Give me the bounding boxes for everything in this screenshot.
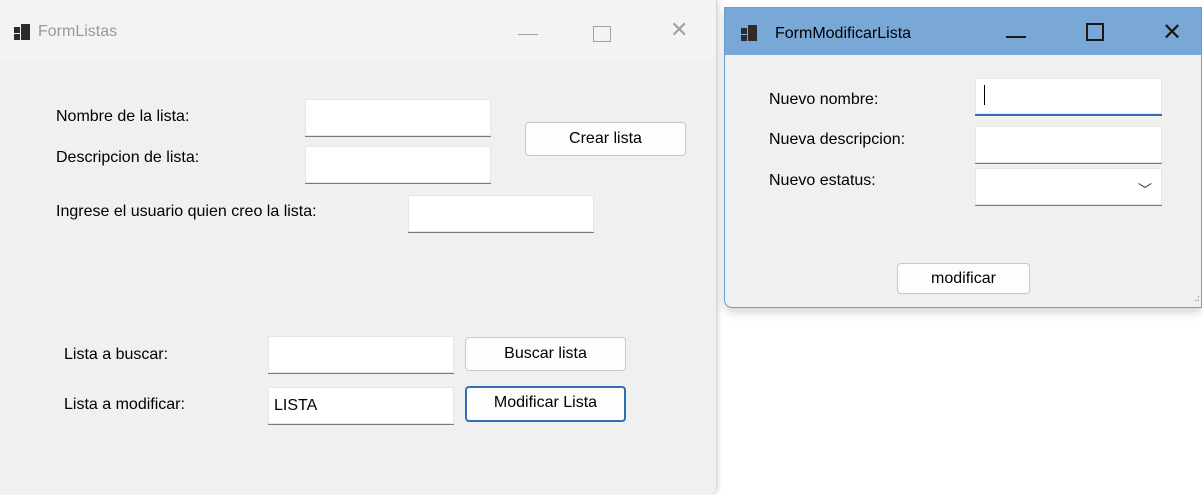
maximize-icon[interactable] — [593, 26, 611, 42]
nuevo-nombre-input[interactable] — [975, 78, 1162, 116]
lista-modificar-label: Lista a modificar: — [64, 396, 185, 413]
nueva-descripcion-input[interactable] — [975, 126, 1162, 164]
lista-buscar-label: Lista a buscar: — [64, 346, 169, 363]
usuario-label: Ingrese el usuario quien creo la lista: — [56, 203, 317, 220]
chevron-down-icon[interactable]: ﹀ — [1138, 180, 1152, 200]
nombre-lista-label: Nombre de la lista: — [56, 108, 190, 125]
usuario-input[interactable] — [408, 195, 594, 233]
window-title: FormModificarLista — [775, 25, 912, 42]
lista-modificar-input[interactable] — [268, 387, 454, 425]
modificar-button[interactable]: modificar — [897, 263, 1030, 294]
window-app-icon — [741, 25, 757, 41]
modificar-lista-button[interactable]: Modificar Lista — [465, 386, 626, 422]
form-modificar-lista-window: FormModificarLista ✕ Nuevo nombre: Nueva… — [724, 7, 1202, 308]
nuevo-estatus-select[interactable]: ﹀ — [975, 168, 1162, 206]
nuevo-nombre-label: Nuevo nombre: — [769, 91, 879, 108]
resize-grip-icon[interactable]: .: — [1194, 293, 1199, 304]
minimize-icon[interactable] — [518, 14, 542, 36]
form-listas-window: FormListas ✕ Nombre de la lista: Descrip… — [0, 0, 717, 495]
nombre-lista-input[interactable] — [305, 99, 491, 137]
nuevo-estatus-label: Nuevo estatus: — [769, 172, 876, 189]
form-listas-titlebar[interactable]: FormListas ✕ — [0, 0, 716, 62]
text-caret — [984, 85, 985, 105]
lista-buscar-input[interactable] — [268, 336, 454, 374]
descripcion-lista-input[interactable] — [305, 146, 491, 184]
maximize-icon[interactable] — [1086, 23, 1104, 41]
window-app-icon — [14, 24, 30, 40]
buscar-lista-button[interactable]: Buscar lista — [465, 337, 626, 371]
close-icon[interactable]: ✕ — [670, 20, 688, 42]
form-modificar-titlebar[interactable]: FormModificarLista ✕ — [725, 8, 1201, 55]
minimize-icon[interactable] — [1006, 24, 1028, 44]
window-title: FormListas — [38, 23, 118, 40]
crear-lista-button[interactable]: Crear lista — [525, 122, 686, 156]
descripcion-lista-label: Descripcion de lista: — [56, 149, 200, 166]
close-icon[interactable]: ✕ — [1162, 18, 1182, 46]
nueva-descripcion-label: Nueva descripcion: — [769, 131, 906, 148]
